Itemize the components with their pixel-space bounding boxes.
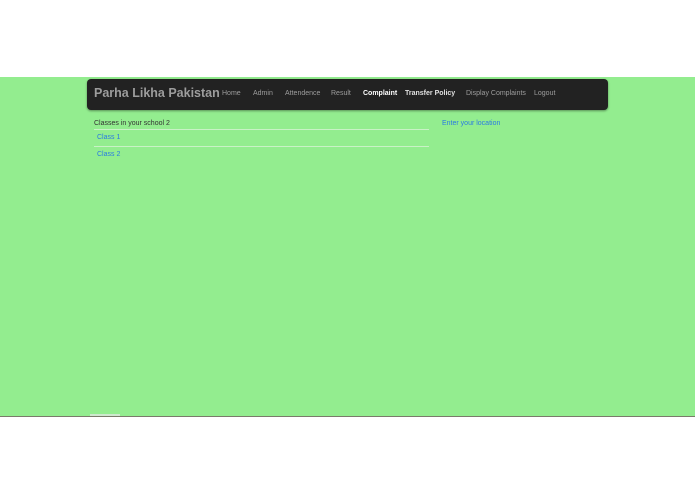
enter-location-link[interactable]: Enter your location xyxy=(442,120,500,127)
nav-transfer-policy[interactable]: Transfer Policy xyxy=(405,90,455,97)
class-list-item: Class 2 xyxy=(94,146,429,163)
class-list-item: Class 1 xyxy=(94,129,429,146)
nav-admin[interactable]: Admin xyxy=(253,90,273,97)
nav-attendence[interactable]: Attendence xyxy=(285,90,320,97)
class-1-link[interactable]: Class 1 xyxy=(97,134,120,141)
nav-home[interactable]: Home xyxy=(222,90,241,97)
page-background xyxy=(0,77,695,417)
brand-logo-text[interactable]: Parha Likha Pakistan xyxy=(94,86,220,100)
nav-display-complaints[interactable]: Display Complaints xyxy=(466,90,526,97)
class-2-link[interactable]: Class 2 xyxy=(97,151,120,158)
classes-heading: Classes in your school 2 xyxy=(94,120,170,127)
nav-complaint[interactable]: Complaint xyxy=(363,90,397,97)
bottom-divider xyxy=(90,414,120,416)
nav-logout[interactable]: Logout xyxy=(534,90,555,97)
nav-result[interactable]: Result xyxy=(331,90,351,97)
top-navbar: Parha Likha Pakistan Home Admin Attenden… xyxy=(87,79,608,110)
